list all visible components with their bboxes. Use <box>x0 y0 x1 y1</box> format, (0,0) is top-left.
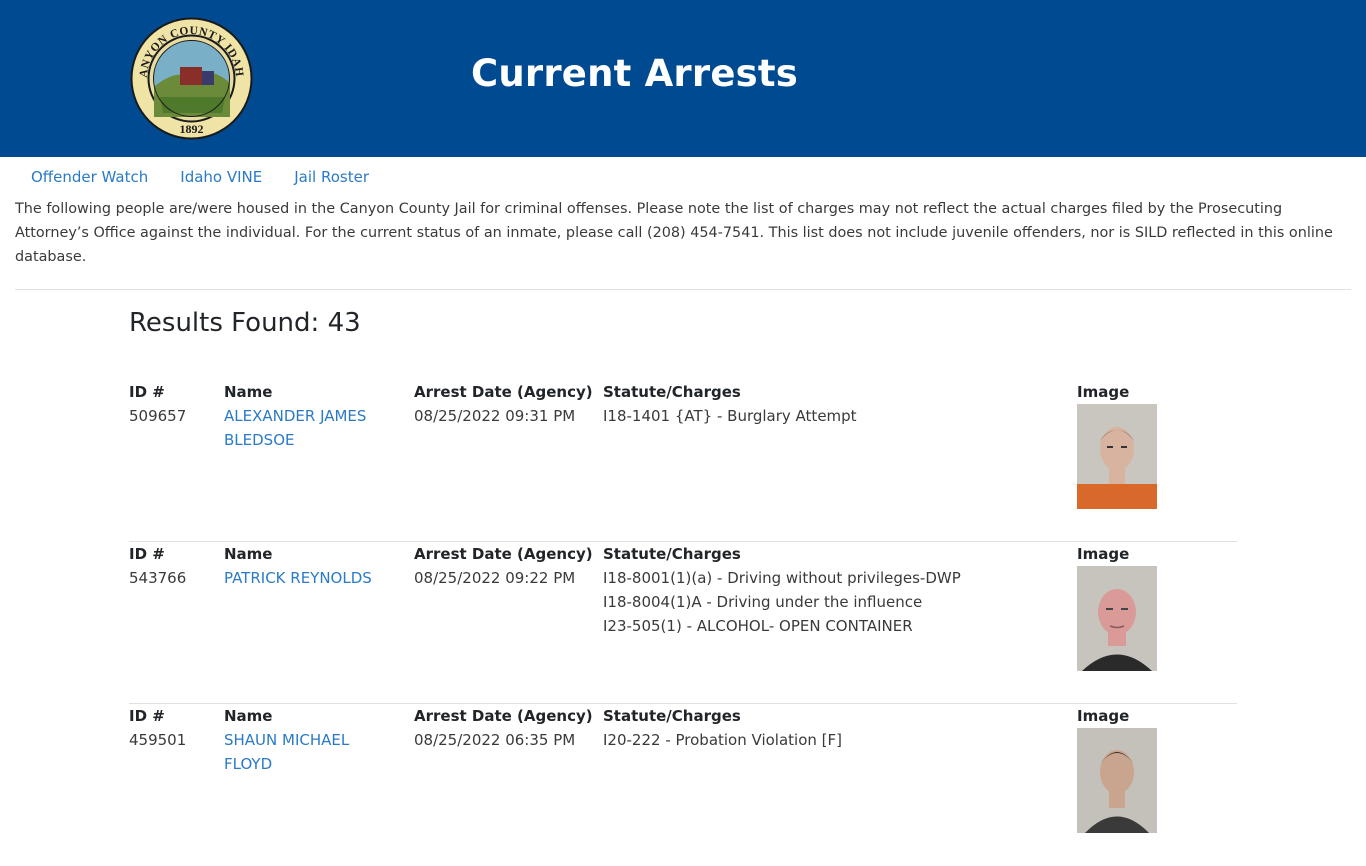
arrest-id: 543766 <box>129 569 187 587</box>
arrestee-name-link[interactable]: ALEXANDER JAMES BLEDSOE <box>224 407 366 449</box>
arrest-row: ID # 543766 Name PATRICK REYNOLDS Arrest… <box>129 542 1237 704</box>
charge-item: I18-8001(1)(a) - Driving without privile… <box>603 569 961 587</box>
col-header-image: Image <box>1077 707 1130 725</box>
col-header-id: ID # <box>129 383 165 401</box>
col-header-name: Name <box>224 383 273 401</box>
col-header-name: Name <box>224 707 273 725</box>
col-header-id: ID # <box>129 707 165 725</box>
arrestee-name-link[interactable]: SHAUN MICHAEL FLOYD <box>224 731 349 773</box>
arrest-date: 08/25/2022 09:22 PM <box>414 569 576 587</box>
nav-idaho-vine[interactable]: Idaho VINE <box>180 168 262 186</box>
nav-offender-watch[interactable]: Offender Watch <box>31 168 148 186</box>
intro-text: The following people are/were housed in … <box>15 201 1333 265</box>
page-title: Current Arrests <box>471 52 798 95</box>
seal-year: 1892 <box>180 122 204 136</box>
col-header-name: Name <box>224 545 273 563</box>
charge-item: I20-222 - Probation Violation [F] <box>603 731 842 749</box>
results-count: Results Found: 43 <box>129 308 361 338</box>
mugshot-image[interactable] <box>1077 728 1157 833</box>
col-header-date: Arrest Date (Agency) <box>414 383 593 401</box>
col-header-charges: Statute/Charges <box>603 707 741 725</box>
nav-jail-roster[interactable]: Jail Roster <box>294 168 369 186</box>
arrest-row: ID # 509657 Name ALEXANDER JAMES BLEDSOE… <box>129 380 1237 542</box>
col-header-image: Image <box>1077 545 1130 563</box>
mugshot-image[interactable] <box>1077 404 1157 509</box>
arrest-list: ID # 509657 Name ALEXANDER JAMES BLEDSOE… <box>129 380 1237 866</box>
arrest-id: 459501 <box>129 731 187 749</box>
mugshot-image[interactable] <box>1077 566 1157 671</box>
top-nav: Offender Watch Idaho VINE Jail Roster <box>0 157 1366 197</box>
arrest-date: 08/25/2022 06:35 PM <box>414 731 576 749</box>
arrest-row: ID # 459501 Name SHAUN MICHAEL FLOYD Arr… <box>129 704 1237 866</box>
arrestee-name-link[interactable]: PATRICK REYNOLDS <box>224 569 372 587</box>
charge-item: I18-1401 {AT} - Burglary Attempt <box>603 407 857 425</box>
charge-item: I18-8004(1)A - Driving under the influen… <box>603 593 923 611</box>
col-header-charges: Statute/Charges <box>603 545 741 563</box>
col-header-image: Image <box>1077 383 1130 401</box>
col-header-date: Arrest Date (Agency) <box>414 707 593 725</box>
col-header-charges: Statute/Charges <box>603 383 741 401</box>
divider <box>15 289 1351 290</box>
page-header: CANYON COUNTY IDAHO 1892 Current Arrests <box>0 0 1366 157</box>
charge-item: I23-505(1) - ALCOHOL- OPEN CONTAINER <box>603 617 913 635</box>
arrest-date: 08/25/2022 09:31 PM <box>414 407 576 425</box>
arrest-id: 509657 <box>129 407 187 425</box>
county-seal-logo: CANYON COUNTY IDAHO 1892 <box>130 17 253 140</box>
col-header-date: Arrest Date (Agency) <box>414 545 593 563</box>
col-header-id: ID # <box>129 545 165 563</box>
